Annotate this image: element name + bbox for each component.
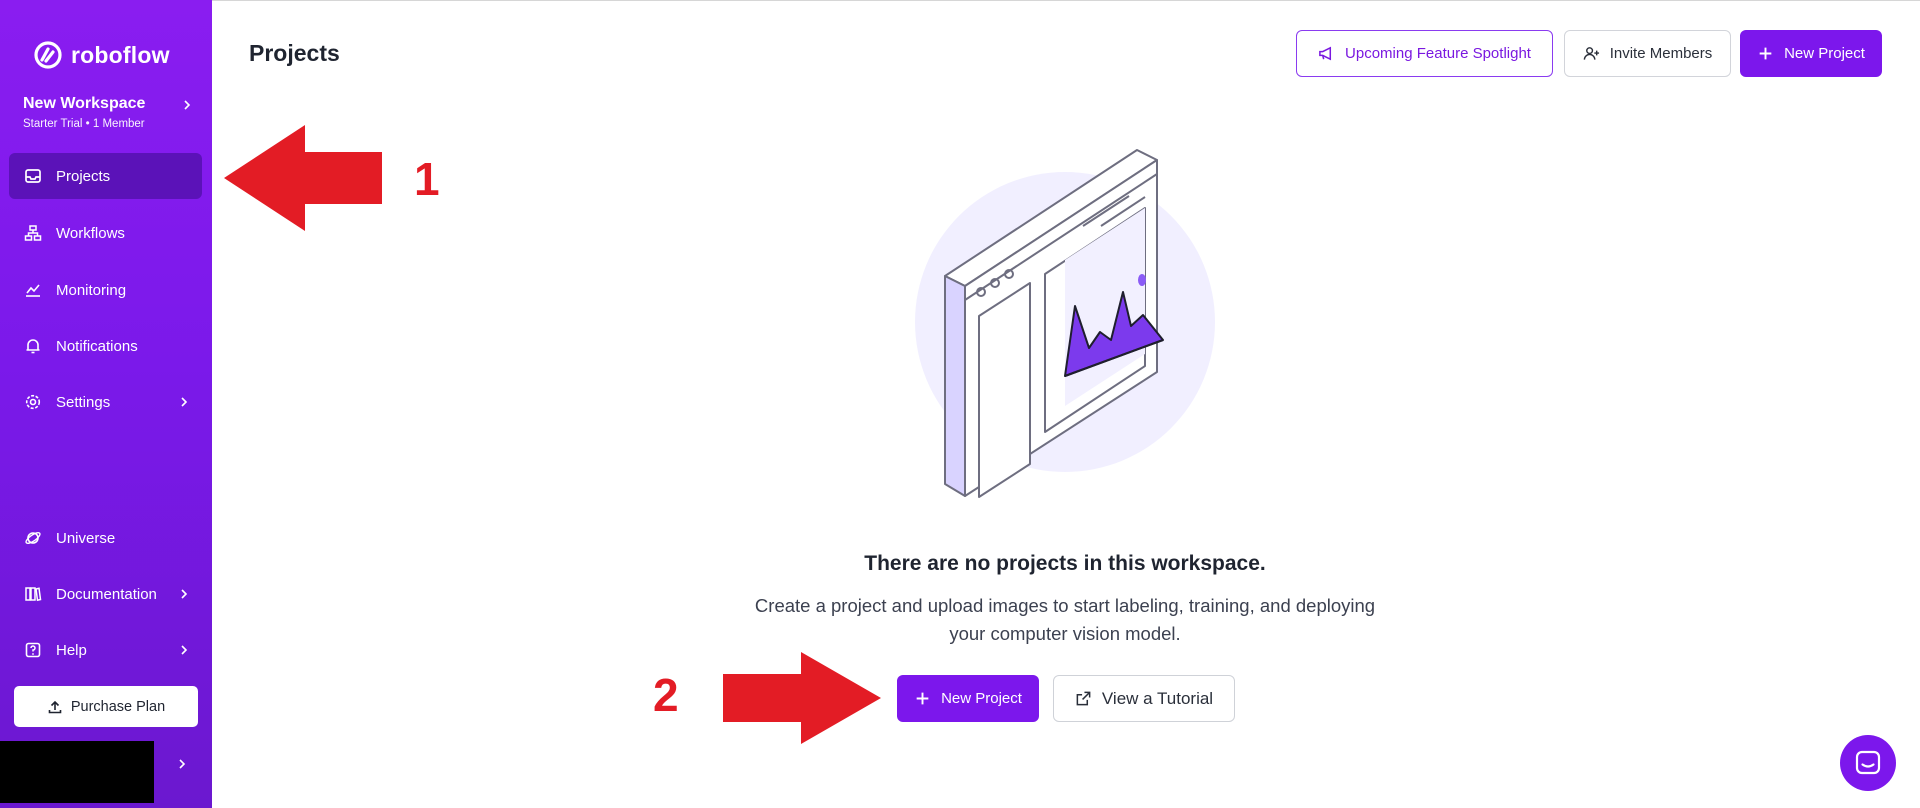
sidebar-item-label: Help [56, 641, 87, 659]
sidebar-item-projects[interactable]: Projects [9, 153, 202, 199]
sidebar-item-label: Monitoring [56, 281, 127, 299]
view-tutorial-label: View a Tutorial [1101, 688, 1214, 708]
feature-spotlight-label: Upcoming Feature Spotlight [1345, 45, 1531, 62]
sidebar-item-settings[interactable]: Settings [9, 379, 202, 425]
sidebar-item-workflows[interactable]: Workflows [9, 210, 202, 256]
workspace-meta: Starter Trial • 1 Member [23, 118, 193, 130]
megaphone-icon [1319, 46, 1332, 61]
sidebar-item-documentation[interactable]: Documentation [9, 571, 202, 617]
chevron-right-icon[interactable] [176, 757, 188, 771]
sidebar-item-notifications[interactable]: Notifications [9, 323, 202, 369]
brand-name: roboflow [71, 41, 170, 68]
roboflow-logo-icon [34, 41, 62, 69]
new-project-label: New Project [1784, 45, 1865, 62]
sidebar-item-label: Settings [56, 393, 111, 411]
chart-icon [24, 281, 42, 299]
bell-icon [24, 337, 42, 355]
empty-state-description-line: Create a project and upload images to st… [754, 595, 1376, 616]
invite-members-button[interactable]: Invite Members [1564, 30, 1731, 77]
empty-state-description: Create a project and upload images to st… [700, 592, 1430, 648]
sidebar-item-label: Projects [56, 167, 111, 185]
purchase-plan-label: Purchase Plan [70, 698, 166, 715]
page-title: Projects [249, 40, 340, 66]
empty-projects-illustration [915, 149, 1215, 498]
feature-spotlight-button[interactable]: Upcoming Feature Spotlight [1296, 30, 1553, 77]
workspace-switcher[interactable]: New Workspace Starter Trial • 1 Member [23, 95, 193, 130]
new-project-label: New Project [941, 690, 1022, 707]
plus-icon [1759, 47, 1772, 60]
top-border [0, 0, 1920, 1]
gear-icon [24, 393, 42, 411]
sidebar-item-label: Universe [56, 529, 116, 547]
chevron-right-icon [184, 100, 191, 110]
book-icon [24, 585, 42, 603]
roboflow-logo[interactable]: roboflow [33, 40, 170, 70]
sidebar: roboflow New Workspace Starter Trial • 1… [0, 0, 212, 808]
sidebar-item-label: Documentation [56, 585, 157, 603]
workspace-name: New Workspace [23, 95, 146, 112]
sidebar-item-universe[interactable]: Universe [9, 515, 202, 561]
sidebar-item-help[interactable]: Help [9, 627, 202, 673]
planet-icon [24, 529, 42, 547]
invite-members-label: Invite Members [1609, 45, 1713, 62]
add-user-icon [1583, 47, 1599, 60]
new-project-button[interactable]: New Project [897, 675, 1039, 722]
plus-icon [916, 692, 929, 705]
workspace-members: 1 Member [92, 118, 145, 130]
chevron-right-icon [181, 589, 188, 599]
chat-launcher-button[interactable] [1840, 735, 1896, 791]
sidebar-item-label: Workflows [56, 224, 125, 242]
annotation-arrow-left [224, 125, 382, 231]
chat-icon [1855, 750, 1881, 775]
sidebar-item-label: Notifications [56, 337, 138, 355]
purchase-plan-button[interactable]: Purchase Plan [14, 686, 198, 727]
empty-state-description-line: your computer vision model. [949, 623, 1181, 644]
workflow-icon [24, 224, 42, 242]
sidebar-item-monitoring[interactable]: Monitoring [9, 267, 202, 313]
annotation-arrow-right [723, 652, 881, 744]
upload-icon [48, 700, 62, 713]
new-project-button[interactable]: New Project [1740, 30, 1882, 77]
annotation-label-2: 2 [653, 669, 679, 721]
workspace-plan: Starter Trial [23, 118, 83, 130]
user-profile-redacted[interactable] [0, 741, 154, 803]
chevron-right-icon [181, 645, 188, 655]
help-icon [24, 641, 42, 659]
view-tutorial-button[interactable]: View a Tutorial [1053, 675, 1235, 722]
separator-dot: • [85, 118, 93, 130]
chevron-right-icon [181, 397, 188, 407]
inbox-icon [24, 167, 42, 185]
annotation-label-1: 1 [414, 153, 440, 205]
external-link-icon [1076, 691, 1091, 706]
empty-state-title: There are no projects in this workspace. [864, 552, 1266, 575]
